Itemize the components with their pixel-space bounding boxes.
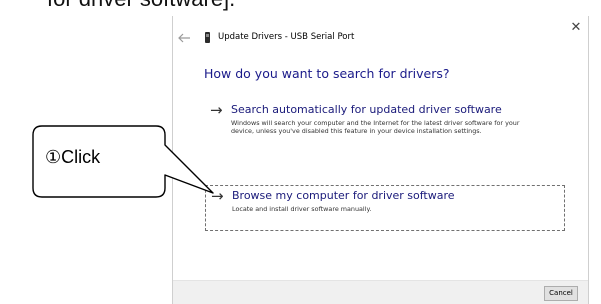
dialog-footer: Cancel (173, 280, 588, 304)
option-description: Windows will search your computer and th… (231, 119, 520, 135)
option-title: Browse my computer for driver software (232, 189, 455, 202)
cancel-button[interactable]: Cancel (544, 286, 578, 301)
browse-computer-option[interactable]: → Browse my computer for driver software… (205, 185, 565, 231)
update-drivers-dialog: ✕ Update Drivers - USB Serial Port How d… (172, 16, 589, 304)
option-title: Search automatically for updated driver … (231, 103, 502, 116)
dialog-title: Update Drivers - USB Serial Port (218, 32, 355, 42)
click-callout-bubble (32, 125, 214, 198)
callout-label: ①Click (45, 147, 101, 167)
close-icon[interactable]: ✕ (569, 20, 583, 34)
search-automatically-option[interactable]: → Search automatically for updated drive… (205, 100, 565, 158)
option-description: Locate and install driver software manua… (232, 205, 372, 213)
search-question-heading: How do you want to search for drivers? (204, 66, 450, 81)
